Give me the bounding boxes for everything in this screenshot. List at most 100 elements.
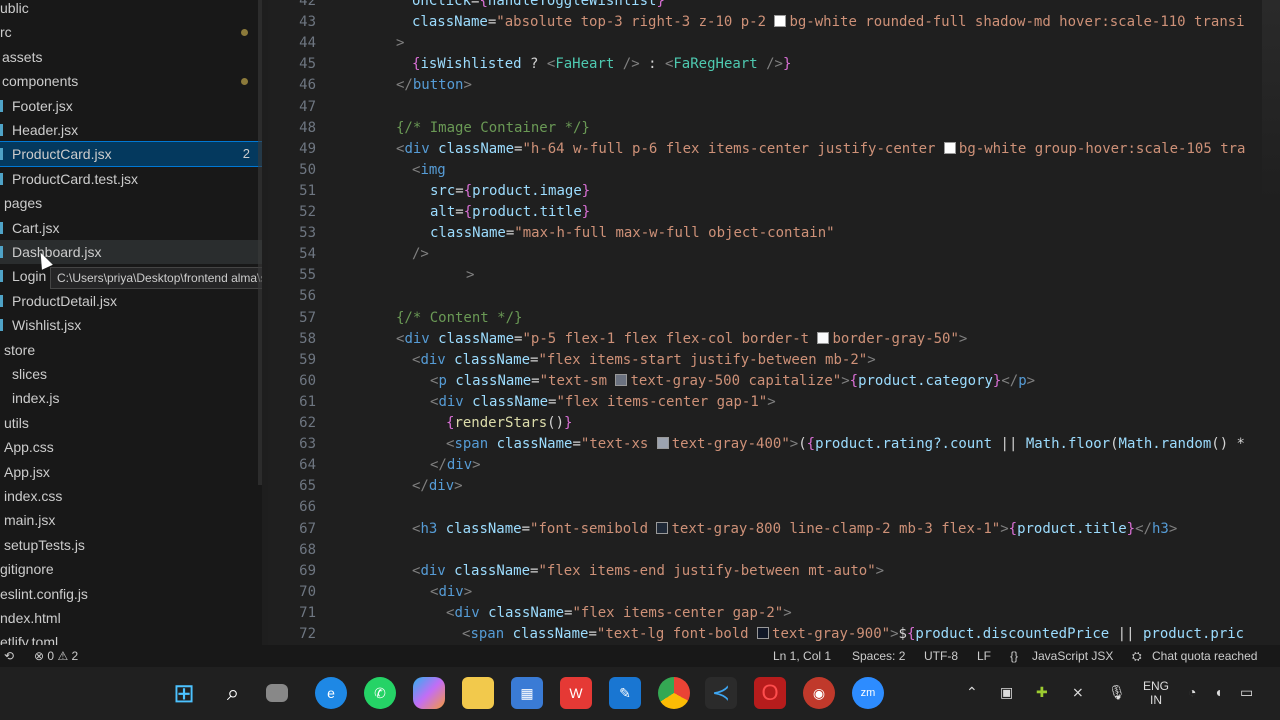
code-line[interactable]: {/* Content */}: [396, 310, 522, 326]
code-line[interactable]: className="max-h-full max-w-full object-…: [430, 225, 835, 241]
code-line[interactable]: alt={product.title}: [430, 204, 590, 220]
explorer-item[interactable]: ProductDetail.jsx: [0, 289, 262, 313]
explorer-item-label: App.css: [4, 439, 54, 456]
line-ending[interactable]: LF: [977, 645, 991, 667]
file-explorer-icon[interactable]: [462, 677, 494, 709]
encoding[interactable]: UTF-8: [924, 645, 958, 667]
battery-icon[interactable]: ▭: [1240, 684, 1253, 701]
explorer-item[interactable]: utils: [0, 411, 262, 435]
explorer-item[interactable]: Wishlist.jsx: [0, 313, 262, 337]
code-line[interactable]: <span className="text-xs text-gray-400">…: [446, 436, 1245, 452]
code-line[interactable]: <div className="flex items-end justify-b…: [412, 563, 884, 579]
explorer-item[interactable]: main.jsx: [0, 508, 262, 532]
explorer-item[interactable]: Header.jsx: [0, 118, 262, 142]
line-number: 72: [299, 626, 316, 642]
code-line[interactable]: className="absolute top-3 right-3 z-10 p…: [412, 14, 1245, 30]
explorer-item-label: gitignore: [0, 561, 54, 578]
code-line[interactable]: {/* Image Container */}: [396, 120, 590, 136]
files-icon[interactable]: [266, 684, 288, 702]
explorer-item[interactable]: ProductCard.test.jsx: [0, 167, 262, 191]
explorer-item[interactable]: components: [0, 69, 262, 93]
explorer-item[interactable]: index.js: [0, 386, 262, 410]
explorer-item[interactable]: ublic: [0, 0, 262, 20]
code-line[interactable]: </div>: [412, 478, 463, 494]
code-line[interactable]: </button>: [396, 77, 472, 93]
microphone-icon[interactable]: 🎙: [1108, 684, 1126, 701]
search-icon[interactable]: ⌕: [217, 677, 249, 709]
react-file-icon: [0, 270, 3, 283]
code-line[interactable]: <div className="h-64 w-full p-6 flex ite…: [396, 141, 1245, 157]
explorer-item[interactable]: Footer.jsx: [0, 94, 262, 118]
code-line[interactable]: <div className="flex items-center gap-1"…: [430, 394, 776, 410]
wifi-icon[interactable]: ◔: [1188, 684, 1196, 700]
code-line[interactable]: </div>: [430, 457, 481, 473]
modified-dot-icon: [241, 78, 248, 86]
explorer-item[interactable]: App.jsx: [0, 460, 262, 484]
react-file-icon: [0, 246, 3, 258]
line-number: 69: [299, 562, 316, 579]
explorer-item-label: setupTests.js: [4, 536, 85, 553]
code-line[interactable]: <div className="flex items-center gap-2"…: [446, 605, 792, 621]
code-line[interactable]: <div className="flex items-start justify…: [412, 352, 876, 368]
explorer-item[interactable]: store: [0, 338, 262, 362]
volume-icon[interactable]: ◖: [1214, 684, 1222, 700]
vscode-icon[interactable]: ≺: [705, 677, 737, 709]
tray-app-icon[interactable]: ▣: [1000, 684, 1013, 701]
code-line[interactable]: src={product.image}: [430, 183, 590, 199]
explorer-item[interactable]: assets: [0, 45, 262, 69]
code-line[interactable]: >: [396, 35, 404, 51]
explorer-item[interactable]: ProductCard.jsx 2: [0, 141, 262, 168]
explorer-item-label: index.js: [12, 390, 60, 407]
explorer-item[interactable]: slices: [0, 362, 262, 386]
windows-start-icon[interactable]: ⊞: [168, 677, 200, 709]
explorer-item-label: utils: [4, 414, 29, 431]
explorer-item-label: etlify.toml: [0, 634, 59, 645]
code-line[interactable]: <div>: [430, 584, 472, 600]
explorer-item[interactable]: setupTests.js: [0, 533, 262, 557]
tray-plus-icon[interactable]: ✚: [1036, 684, 1048, 701]
code-line[interactable]: onClick={handleToggleWishlist}: [412, 0, 665, 9]
edge-icon[interactable]: e: [315, 677, 347, 709]
chat-quota[interactable]: Chat quota reached: [1152, 645, 1257, 667]
opera-icon[interactable]: O: [754, 677, 786, 709]
indentation[interactable]: Spaces: 2: [852, 645, 905, 667]
code-line[interactable]: >: [466, 267, 474, 283]
explorer-item[interactable]: eslint.config.js: [0, 582, 262, 606]
problems-indicator[interactable]: ⊗ 0 ⚠ 2: [34, 645, 78, 667]
explorer-item[interactable]: pages: [0, 191, 262, 215]
wps-icon[interactable]: W: [560, 677, 592, 709]
explorer-item[interactable]: ndex.html: [0, 606, 262, 630]
whatsapp-icon[interactable]: ✆: [364, 677, 396, 709]
explorer-scrollbar[interactable]: [258, 0, 262, 485]
language-indicator[interactable]: ENG IN: [1143, 679, 1169, 707]
cursor-position[interactable]: Ln 1, Col 1: [773, 645, 831, 667]
tray-muted-icon[interactable]: ⨯: [1072, 684, 1084, 701]
code-line[interactable]: <span className="text-lg font-bold text-…: [462, 626, 1244, 642]
code-line[interactable]: <h3 className="font-semibold text-gray-8…: [412, 521, 1177, 537]
copilot-status-icon[interactable]: ⛭: [1132, 645, 1142, 667]
minimap[interactable]: [1262, 0, 1280, 200]
remote-icon[interactable]: ⟲: [4, 645, 14, 667]
language-mode[interactable]: JavaScript JSX: [1032, 645, 1113, 667]
code-line[interactable]: <img: [412, 162, 446, 178]
copilot-icon[interactable]: [413, 677, 445, 709]
chevron-up-icon[interactable]: ⌃: [966, 684, 978, 701]
chrome-icon[interactable]: [658, 677, 690, 709]
code-line[interactable]: {renderStars()}: [446, 415, 572, 431]
code-line[interactable]: <div className="p-5 flex-1 flex flex-col…: [396, 331, 967, 347]
store-icon[interactable]: ▦: [511, 677, 543, 709]
explorer-item[interactable]: rc: [0, 20, 262, 44]
screen-recorder-icon[interactable]: ◉: [803, 677, 835, 709]
code-line[interactable]: />: [412, 246, 429, 262]
code-editor[interactable]: 42 onClick={handleToggleWishlist} 43 classN…: [268, 0, 1280, 645]
explorer-item[interactable]: index.css: [0, 484, 262, 508]
explorer-item[interactable]: gitignore: [0, 557, 262, 581]
code-line[interactable]: <p className="text-sm text-gray-500 capi…: [430, 373, 1035, 389]
explorer-item[interactable]: etlify.toml: [0, 630, 262, 645]
word-icon[interactable]: ✎: [609, 677, 641, 709]
line-number: 59: [299, 351, 316, 368]
explorer-item[interactable]: App.css: [0, 435, 262, 459]
code-line[interactable]: {isWishlisted ? <FaHeart /> : <FaRegHear…: [412, 56, 791, 72]
zoom-icon[interactable]: zm: [852, 677, 884, 709]
explorer-item[interactable]: Cart.jsx: [0, 216, 262, 240]
